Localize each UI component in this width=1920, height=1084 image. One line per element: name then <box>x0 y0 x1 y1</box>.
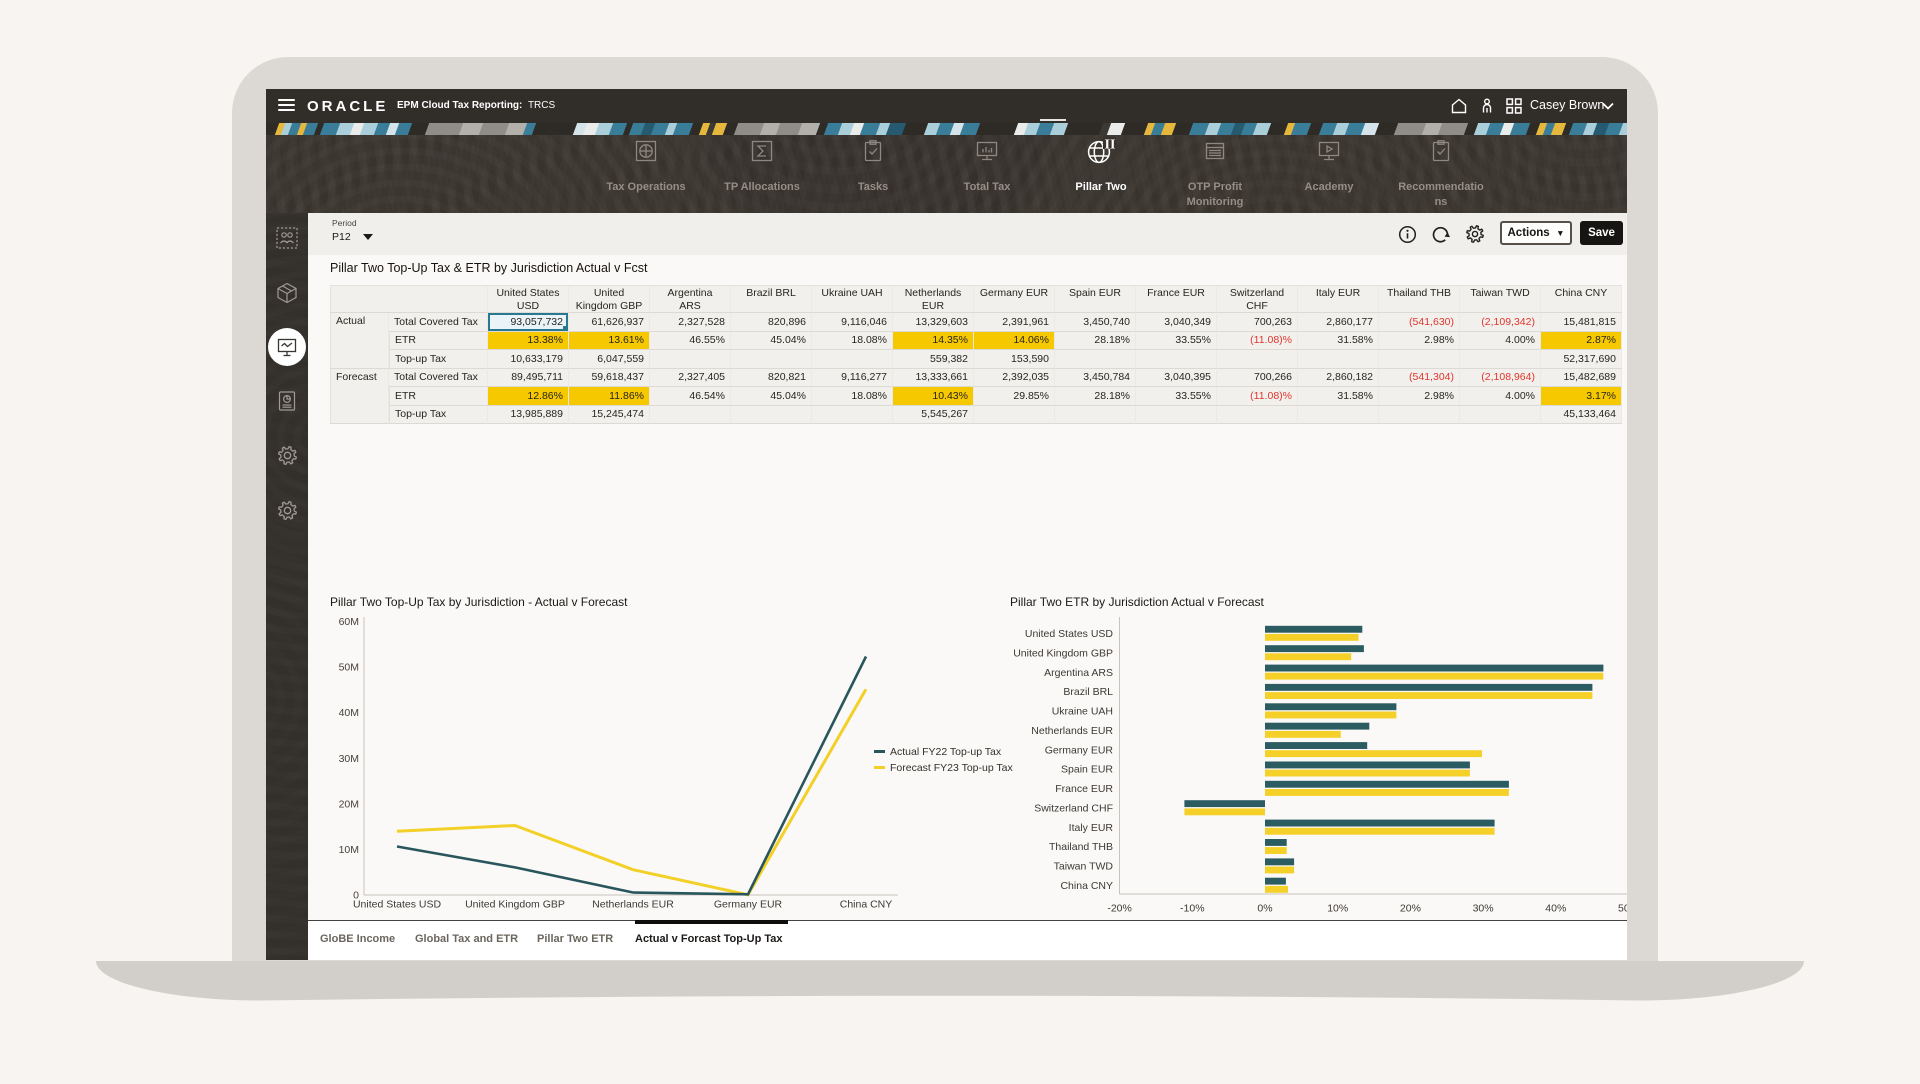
svg-text:Ukraine UAH: Ukraine UAH <box>1052 706 1113 718</box>
svg-text:0%: 0% <box>1257 903 1272 915</box>
svg-text:Switzerland CHF: Switzerland CHF <box>1034 802 1113 814</box>
svg-text:50%: 50% <box>1618 903 1627 915</box>
svg-text:10%: 10% <box>1327 903 1348 915</box>
svg-text:Italy EUR: Italy EUR <box>1069 822 1114 834</box>
svg-text:-10%: -10% <box>1180 903 1205 915</box>
svg-text:Argentina ARS: Argentina ARS <box>1044 667 1113 679</box>
svg-text:30%: 30% <box>1473 903 1494 915</box>
svg-text:China CNY: China CNY <box>1060 880 1113 892</box>
svg-text:Netherlands EUR: Netherlands EUR <box>1031 725 1113 737</box>
svg-text:United States USD: United States USD <box>1025 628 1114 640</box>
svg-text:Thailand THB: Thailand THB <box>1049 841 1113 853</box>
svg-text:Germany EUR: Germany EUR <box>1045 744 1114 756</box>
svg-text:United Kingdom GBP: United Kingdom GBP <box>1013 647 1113 659</box>
svg-text:-20%: -20% <box>1107 903 1132 915</box>
svg-text:Taiwan TWD: Taiwan TWD <box>1054 861 1114 873</box>
svg-text:France EUR: France EUR <box>1055 783 1113 795</box>
svg-text:40%: 40% <box>1545 903 1566 915</box>
svg-text:Spain EUR: Spain EUR <box>1061 764 1113 776</box>
svg-text:II: II <box>1105 138 1116 153</box>
svg-text:Brazil BRL: Brazil BRL <box>1063 686 1113 698</box>
svg-text:20%: 20% <box>1400 903 1421 915</box>
